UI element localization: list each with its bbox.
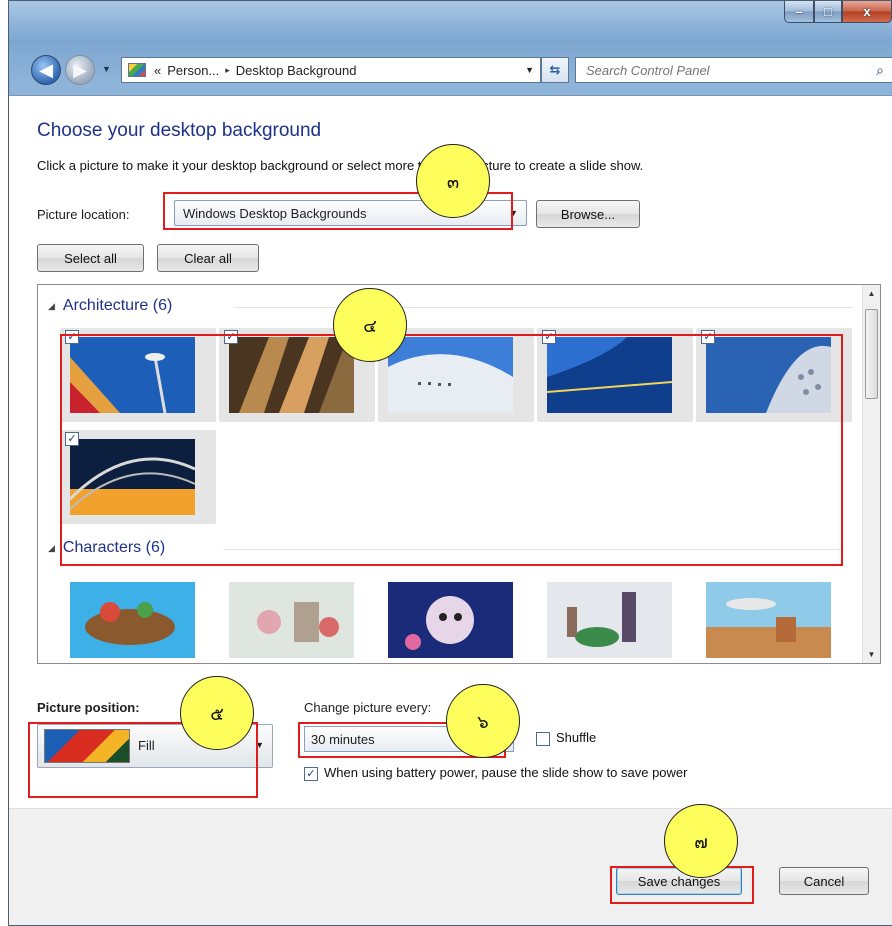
- navigation-bar: ◀ ▶ ▼ « Person... ▸ Desktop Background ▼…: [9, 51, 892, 87]
- group-title: Architecture (6): [62, 297, 173, 314]
- browse-button[interactable]: Browse...: [536, 200, 640, 228]
- wallpaper-thumbnail[interactable]: [696, 573, 852, 663]
- scroll-up-icon[interactable]: ▲: [863, 285, 880, 302]
- breadcrumb-separator-icon[interactable]: ▸: [225, 65, 230, 76]
- back-arrow-icon: ◀: [39, 59, 53, 80]
- address-dropdown-icon[interactable]: ▼: [525, 65, 534, 75]
- scroll-down-icon[interactable]: ▼: [863, 646, 880, 663]
- refresh-icon: ⇆: [549, 62, 561, 77]
- callout-6: ๖: [446, 684, 520, 758]
- battery-pause-label[interactable]: When using battery power, pause the slid…: [324, 765, 688, 780]
- callout-3: ๓: [416, 144, 490, 218]
- select-all-button[interactable]: Select all: [37, 244, 144, 272]
- back-button[interactable]: ◀: [31, 55, 61, 85]
- dialog-footer: Save changes Cancel: [9, 808, 892, 925]
- callout-4: ๔: [333, 288, 407, 362]
- group-header-architecture[interactable]: ◢ Architecture (6): [48, 297, 853, 315]
- change-picture-label: Change picture every:: [304, 700, 432, 715]
- wallpaper-thumbnail[interactable]: [537, 573, 693, 663]
- picture-location-label: Picture location:: [37, 207, 130, 222]
- characters-photo-2: [229, 582, 354, 658]
- page-title: Choose your desktop background: [37, 120, 322, 141]
- instruction-text: Click a picture to make it your desktop …: [37, 158, 644, 173]
- refresh-button[interactable]: ⇆: [541, 57, 569, 83]
- cancel-button[interactable]: Cancel: [779, 867, 869, 895]
- characters-photo-5: [706, 582, 831, 658]
- callout-7: ๗: [664, 804, 738, 878]
- callout-5: ๕: [180, 676, 254, 750]
- address-bar[interactable]: « Person... ▸ Desktop Background ▼: [121, 57, 541, 83]
- close-button[interactable]: x: [842, 1, 892, 23]
- wallpaper-thumbnail[interactable]: [60, 573, 216, 663]
- address-overflow[interactable]: «: [154, 63, 161, 78]
- shuffle-checkbox[interactable]: [536, 732, 550, 746]
- gallery-scrollbar[interactable]: ▲ ▼: [862, 285, 880, 663]
- search-icon[interactable]: ⌕: [876, 62, 884, 79]
- window-controls: – □ x: [784, 1, 892, 23]
- forward-arrow-icon: ▶: [73, 59, 87, 80]
- scrollbar-thumb[interactable]: [865, 309, 878, 399]
- breadcrumb-desktop-background[interactable]: Desktop Background: [236, 63, 357, 78]
- characters-photo-1: [70, 582, 195, 658]
- wallpaper-thumbnail[interactable]: [378, 573, 534, 663]
- control-panel-icon: [128, 63, 146, 77]
- characters-photo-4: [547, 582, 672, 658]
- annotation-box-gallery: [60, 334, 843, 566]
- minimize-button[interactable]: –: [784, 1, 814, 23]
- maximize-button[interactable]: □: [814, 1, 842, 23]
- title-bar: – □ x: [9, 1, 892, 41]
- group-divider: [233, 307, 853, 308]
- clear-all-button[interactable]: Clear all: [157, 244, 259, 272]
- wallpaper-thumbnail[interactable]: [219, 573, 375, 663]
- characters-photo-3: [388, 582, 513, 658]
- collapse-group-icon[interactable]: ◢: [48, 543, 55, 554]
- search-box[interactable]: ⌕: [575, 57, 892, 83]
- recent-pages-dropdown-icon[interactable]: ▼: [102, 64, 111, 74]
- battery-pause-checkbox[interactable]: ✓: [304, 767, 318, 781]
- shuffle-label[interactable]: Shuffle: [556, 730, 596, 745]
- picture-position-label: Picture position:: [37, 700, 140, 715]
- collapse-group-icon[interactable]: ◢: [48, 301, 55, 312]
- breadcrumb-personalization[interactable]: Person...: [167, 63, 219, 78]
- forward-button[interactable]: ▶: [65, 55, 95, 85]
- search-input[interactable]: [584, 61, 844, 79]
